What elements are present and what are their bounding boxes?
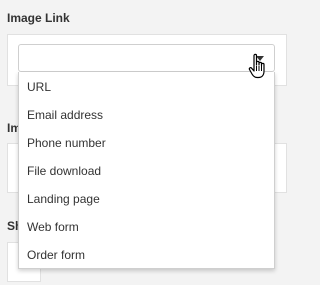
image-link-dropdown: URL Email address Phone number File down… (18, 72, 275, 269)
option-file-download[interactable]: File download (19, 157, 274, 185)
image-link-label: Image Link (7, 11, 70, 25)
option-phone-number[interactable]: Phone number (19, 129, 274, 157)
option-email-address[interactable]: Email address (19, 101, 274, 129)
option-url[interactable]: URL (19, 73, 274, 101)
option-order-form[interactable]: Order form (19, 241, 274, 269)
option-web-form[interactable]: Web form (19, 213, 274, 241)
image-link-select[interactable] (18, 44, 275, 72)
hand-pointer-icon (248, 53, 265, 79)
option-landing-page[interactable]: Landing page (19, 185, 274, 213)
